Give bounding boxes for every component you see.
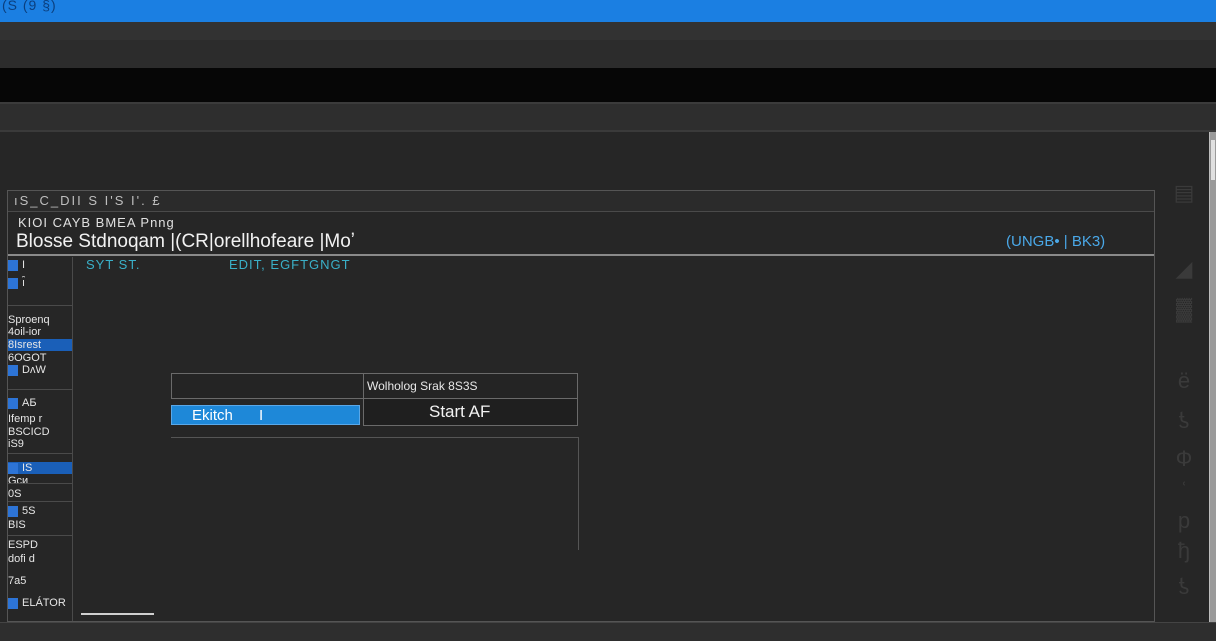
sidebar-item-label: dofi d bbox=[8, 553, 35, 565]
sidebar-item-label: 0S bbox=[8, 488, 22, 500]
sidebar-item[interactable]: 5S bbox=[8, 505, 72, 517]
sidebar-divider bbox=[8, 453, 72, 454]
sidebar-item-label: Sproenq bbox=[8, 314, 50, 326]
sidebar-item[interactable]: I bbox=[8, 259, 72, 271]
caption-title: Blosse Stdnoqam |(CR|orellhofeare |Moʼ bbox=[16, 231, 356, 252]
sidebar-item-label: BSCIСD bbox=[8, 426, 50, 438]
main-window: ıS_C_DII S I'S I'. £ KIOI CAYB BMEA Pnng… bbox=[7, 190, 1155, 622]
side-panel-icon[interactable]: ◢ bbox=[1170, 256, 1198, 282]
toolbar-left-text[interactable]: SYT ST. bbox=[86, 257, 140, 272]
sidebar-item-label: Gси bbox=[8, 475, 29, 487]
sidebar-item[interactable]: 8Isrest bbox=[8, 339, 72, 351]
sidebar-item-label: 4oil-ior bbox=[8, 326, 42, 338]
address-band bbox=[0, 68, 1216, 104]
secondary-toolbar-band bbox=[0, 104, 1216, 132]
sidebar-item[interactable]: dofi d bbox=[8, 553, 72, 565]
side-panel-icon[interactable]: р bbox=[1170, 508, 1198, 534]
caption-right-link[interactable]: (UNGB• | BK3) bbox=[1006, 233, 1105, 250]
side-panel-icon[interactable]: ▤ bbox=[1170, 180, 1198, 206]
caption-subtitle: KIOI CAYB BMEA Pnng bbox=[18, 215, 175, 230]
side-panel-icon[interactable]: ▓ bbox=[1170, 296, 1198, 322]
sidebar-item[interactable]: іS9 bbox=[8, 438, 72, 450]
sidebar-item-label: іS9 bbox=[8, 438, 24, 450]
sidebar-item-label: BIS bbox=[8, 519, 26, 531]
sidebar-item-label: 7а5 bbox=[8, 575, 27, 587]
sidebar-item[interactable]: ESPD bbox=[8, 539, 72, 551]
sidebar-item-icon bbox=[8, 277, 18, 289]
sidebar-item-label: 5S bbox=[22, 505, 36, 517]
status-bar bbox=[0, 622, 1216, 641]
menu-bar bbox=[0, 22, 1216, 40]
sidebar-item-icon bbox=[8, 364, 18, 376]
sidebar-item[interactable]: BSCIСD bbox=[8, 426, 72, 438]
sidebar-divider bbox=[8, 535, 72, 536]
sidebar-item[interactable]: AБ bbox=[8, 397, 72, 409]
text-cursor-icon: I bbox=[259, 407, 264, 424]
sidebar-item-icon bbox=[8, 505, 18, 517]
sidebar-divider bbox=[8, 483, 72, 484]
sidebar-item[interactable]: Sproenq bbox=[8, 314, 72, 326]
window-title: (S (9 §) bbox=[2, 0, 57, 13]
window-header: ıS_C_DII S I'S I'. £ bbox=[8, 191, 1154, 212]
side-panel-icon[interactable]: Ф bbox=[1170, 446, 1198, 472]
sidebar-item-label: Ifemp r bbox=[8, 413, 43, 425]
side-panel-icon[interactable]: ƾ bbox=[1170, 408, 1198, 434]
side-panel-icon[interactable]: ё bbox=[1170, 368, 1198, 394]
sidebar-item-icon bbox=[8, 259, 18, 271]
toolbar-right-text[interactable]: EDIT, EGFTGNGT bbox=[229, 257, 351, 272]
scrollbar-track[interactable] bbox=[1209, 132, 1216, 628]
window-header-text: ıS_C_DII S I'S I'. £ bbox=[14, 193, 162, 208]
side-panel-icon[interactable]: ђ bbox=[1170, 538, 1198, 564]
sidebar-item[interactable]: ı̑ bbox=[8, 277, 72, 289]
status-text: Wolholog Srak 8S3S bbox=[367, 379, 478, 393]
side-panel-icon[interactable]: ʿ bbox=[1170, 478, 1198, 504]
sidebar-item[interactable]: 0S bbox=[8, 488, 72, 500]
scrollbar-thumb[interactable] bbox=[1211, 140, 1215, 180]
sidebar-item[interactable]: DʌW bbox=[8, 364, 72, 376]
sidebar-divider bbox=[8, 389, 72, 390]
sidebar-item[interactable]: ELÁTOR bbox=[8, 597, 72, 609]
toolbar-line: SYT ST. EDIT, EGFTGNGT bbox=[86, 257, 586, 273]
sidebar-item-label: IS bbox=[22, 462, 33, 474]
sidebar-item-icon bbox=[8, 462, 18, 474]
sidebar-item-label: I bbox=[22, 259, 26, 271]
blank-field bbox=[171, 373, 364, 399]
toolbar-band bbox=[0, 40, 1216, 68]
sidebar-item[interactable]: IS bbox=[8, 462, 72, 474]
sidebar-divider bbox=[8, 501, 72, 502]
sidebar-item-icon bbox=[8, 597, 18, 609]
status-box: Wolholog Srak 8S3S bbox=[363, 373, 578, 399]
sidebar-item-label: ı̑ bbox=[22, 277, 26, 289]
exit-button[interactable]: Ekitch I bbox=[171, 405, 360, 425]
sidebar-item-icon bbox=[8, 397, 18, 409]
sidebar-item-label: 8Isrest bbox=[8, 339, 42, 351]
sidebar-item-label: 6OGOT bbox=[8, 352, 47, 364]
side-panel-icon[interactable]: ƾ bbox=[1170, 574, 1198, 600]
title-bar: (S (9 §) bbox=[0, 0, 1216, 22]
sidebar-item[interactable]: Ifemp r bbox=[8, 413, 72, 425]
sidebar-divider bbox=[8, 305, 72, 306]
sidebar-item[interactable]: 4oil-ior bbox=[8, 326, 72, 338]
sidebar-item[interactable]: 6OGOT bbox=[8, 352, 72, 364]
exit-label-text: Ekitch bbox=[192, 407, 233, 424]
sidebar-item[interactable]: BIS bbox=[8, 519, 72, 531]
start-button[interactable]: Start AF bbox=[363, 398, 578, 426]
progress-underline bbox=[81, 613, 154, 615]
sidebar-item-label: DʌW bbox=[22, 364, 46, 376]
sidebar-item[interactable]: Gси bbox=[8, 475, 72, 487]
caption-area: KIOI CAYB BMEA Pnng Blosse Stdnoqam |(CR… bbox=[8, 212, 1154, 256]
sidebar-item-label: ELÁTOR bbox=[22, 597, 66, 609]
sidebar-item[interactable]: 7а5 bbox=[8, 575, 72, 587]
sidebar-item-label: AБ bbox=[22, 397, 37, 409]
sidebar: Iı̑ Sproenq 4oil-ior 8Isrest 6OGOT DʌW AБ Ifemp… bbox=[8, 257, 73, 621]
sidebar-item-label: ESPD bbox=[8, 539, 38, 551]
start-button-label: Start AF bbox=[429, 402, 491, 421]
exit-button-label: Ekitch I bbox=[192, 407, 263, 424]
content-frame bbox=[171, 437, 579, 550]
